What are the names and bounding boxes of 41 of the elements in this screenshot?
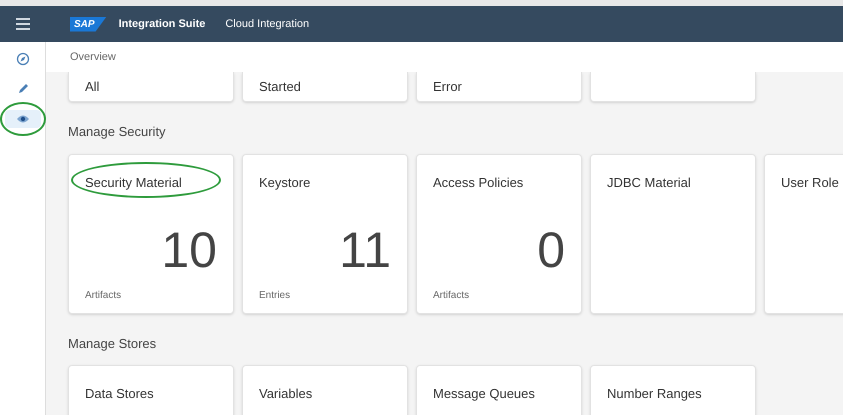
tile[interactable]: Keystore 11 Entries <box>242 154 408 314</box>
tile-title: JDBC Material <box>607 174 691 190</box>
tile-title: Started <box>259 79 301 94</box>
tile-title: Variables <box>259 386 312 401</box>
tile-unit: Entries <box>259 288 290 302</box>
tile[interactable]: All <box>68 72 234 102</box>
tile-title: Data Stores <box>85 386 154 401</box>
tile-title: Keystore <box>259 174 310 190</box>
tile[interactable]: Number Ranges <box>590 365 756 415</box>
tile[interactable]: JDBC Material <box>590 154 756 314</box>
tile-unit: Artifacts <box>85 288 122 302</box>
tile-count: 11 <box>339 224 391 274</box>
nav-item[interactable] <box>4 110 40 128</box>
tile[interactable]: Data Stores <box>68 365 234 415</box>
tile[interactable]: Started <box>242 72 408 102</box>
logo[interactable]: SAP <box>70 16 107 32</box>
tile[interactable]: Message Queues <box>416 365 582 415</box>
tile-title: User Role <box>781 174 839 190</box>
tile[interactable]: User Role <box>764 154 843 314</box>
tile[interactable]: Access Policies 0 Artifacts <box>416 154 582 314</box>
blank-tile[interactable] <box>590 72 756 102</box>
tile-count: 10 <box>161 224 217 274</box>
tile-title: All <box>85 79 100 94</box>
tile-title: Error <box>433 79 462 94</box>
tile-title: Security Material <box>85 174 182 190</box>
tile-unit: Artifacts <box>433 288 470 302</box>
eye-icon <box>16 114 30 124</box>
app-name: Cloud Integration <box>225 16 310 32</box>
tile-title: Access Policies <box>433 174 524 190</box>
tile-title: Message Queues <box>433 386 535 401</box>
tile[interactable]: Variables <box>242 365 408 415</box>
product-name: Integration Suite <box>118 16 206 32</box>
breadcrumb[interactable]: Overview <box>70 48 116 66</box>
tile[interactable]: Error <box>416 72 582 102</box>
tile-title: Number Ranges <box>607 386 702 401</box>
tile[interactable]: Security Material 10 Artifacts <box>68 154 234 314</box>
compass-icon <box>16 52 30 66</box>
menu-icon[interactable] <box>16 18 30 30</box>
section-title: Manage Stores <box>68 334 158 353</box>
section-title: Manage Security <box>68 123 167 141</box>
tile-count: 0 <box>537 224 565 274</box>
